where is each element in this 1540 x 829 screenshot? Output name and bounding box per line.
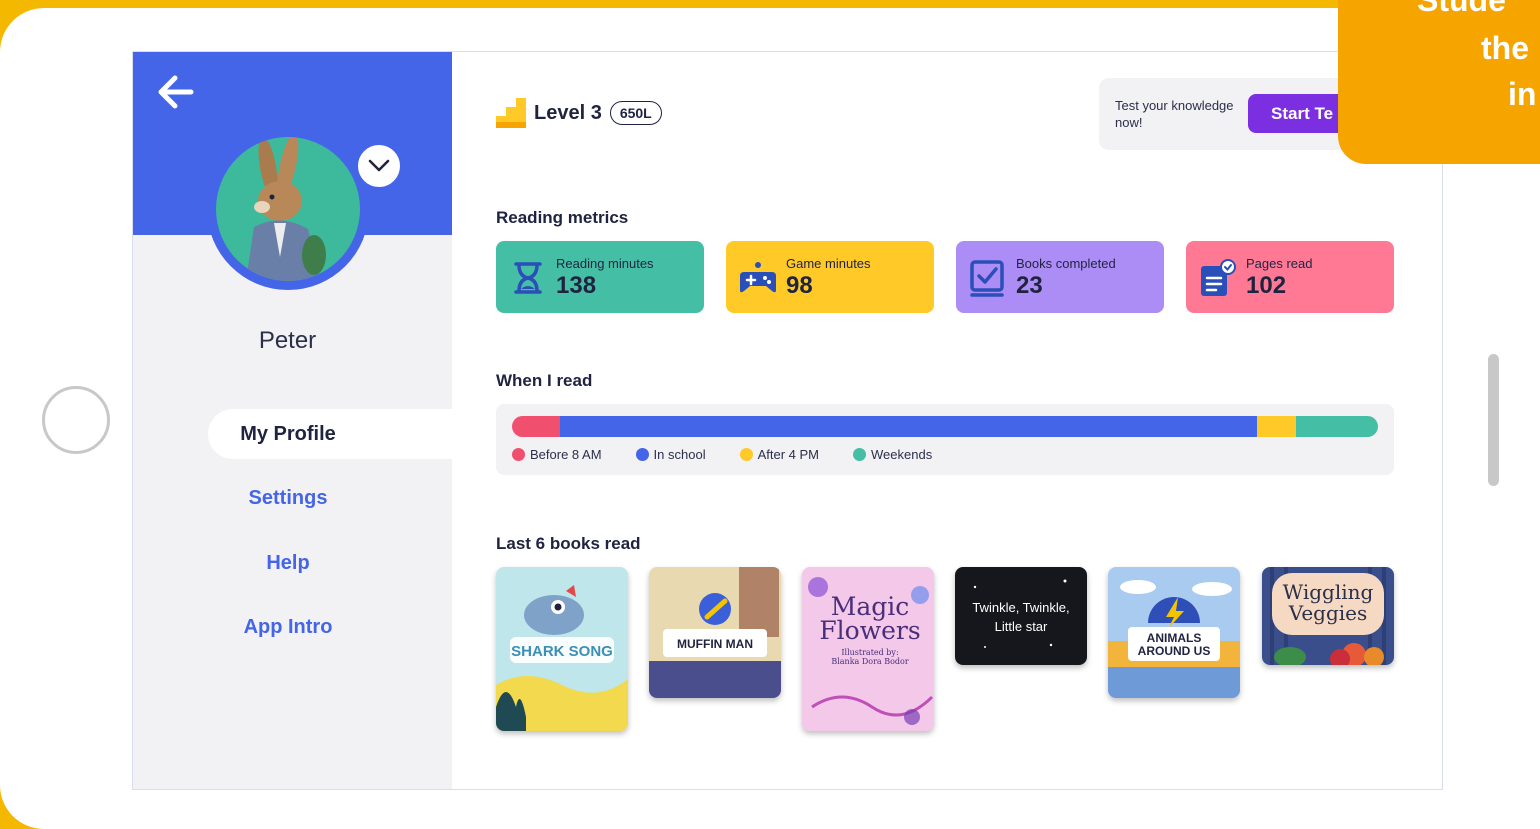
main-content: Level 3 650L Test your knowledge now! St… (452, 52, 1442, 789)
checkbox-icon (970, 260, 1004, 297)
legend-dot (512, 448, 525, 461)
app-screen: Peter My Profile Settings Help App Intro… (132, 51, 1443, 790)
svg-text:Illustrated by:: Illustrated by: (841, 648, 898, 657)
when-i-read-panel: Before 8 AM In school After 4 PM Weekends (496, 404, 1394, 475)
legend-item: Weekends (853, 447, 932, 462)
book-cover-wiggling-veggies[interactable]: Wiggling Veggies (1262, 567, 1394, 665)
when-i-read-title: When I read (496, 371, 593, 390)
metric-label: Reading minutes (556, 256, 654, 271)
nav-label: App Intro (243, 615, 333, 638)
legend-label: In school (653, 447, 706, 462)
legend-label: Before 8 AM (530, 447, 602, 462)
hourglass-icon (514, 262, 542, 294)
avatar[interactable] (207, 128, 369, 290)
back-arrow-icon[interactable] (155, 74, 195, 110)
book-title: SHARK SONG (511, 643, 613, 660)
legend-label: Weekends (871, 447, 933, 462)
legend-item: After 4 PM (739, 447, 820, 462)
book-title: MUFFIN MAN (677, 637, 753, 651)
when-bar-segment (1256, 416, 1296, 437)
metric-label: Books completed (1016, 256, 1116, 271)
metric-pages-read: Pages read 102 (1186, 241, 1394, 313)
svg-text:Veggies: Veggies (1288, 601, 1368, 625)
home-button[interactable] (42, 386, 110, 454)
lexile-badge: 650L (609, 101, 662, 125)
chevron-down-icon (368, 159, 390, 172)
reading-metrics-title: Reading metrics (496, 208, 629, 227)
test-prompt: Test your knowledge now! (1115, 98, 1234, 130)
level-title: Level 3 (534, 101, 602, 124)
metric-label: Pages read (1246, 256, 1313, 271)
nav-label: Help (266, 551, 310, 574)
nav-my-profile[interactable]: My Profile (208, 409, 452, 459)
nav-settings[interactable]: Settings (208, 473, 452, 523)
book-cover-twinkle-twinkle[interactable]: Twinkle, Twinkle, Little star (955, 567, 1087, 665)
legend-dot (853, 448, 867, 461)
book-cover-shark-song[interactable]: SHARK SONG (496, 567, 628, 731)
profile-name: Peter (258, 327, 317, 354)
rabbit-avatar-icon (216, 137, 360, 281)
when-i-read-legend: Before 8 AM In school After 4 PM Weekends (512, 447, 932, 462)
book-title-line: AROUND US (1138, 644, 1211, 658)
profile-dropdown-button[interactable] (356, 143, 402, 189)
document-check-icon (1201, 259, 1236, 296)
metric-books-completed: Books completed 23 (956, 241, 1164, 313)
book-cover-magic-flowers[interactable]: Magic Flowers Illustrated by: Blanka Dor… (802, 567, 934, 731)
promo-overlay-card: Stude the in (1338, 0, 1540, 164)
legend-item: In school (635, 447, 706, 462)
book-title-line: ANIMALS (1147, 631, 1202, 645)
when-bar-segment (1295, 416, 1378, 437)
metric-reading-minutes: Reading minutes 138 (496, 241, 704, 313)
sidebar: Peter My Profile Settings Help App Intro (133, 52, 452, 789)
when-bar-segment (560, 416, 1257, 437)
metric-label: Game minutes (786, 256, 871, 271)
promo-line-3: in (1508, 76, 1537, 112)
nav-label: Settings (248, 486, 328, 509)
legend-label: After 4 PM (757, 447, 820, 462)
nav-help[interactable]: Help (208, 538, 452, 588)
metric-game-minutes: Game minutes 98 (726, 241, 934, 313)
svg-text:Twinkle, Twinkle,: Twinkle, Twinkle, (972, 600, 1069, 615)
promo-line-2: the (1481, 30, 1529, 66)
svg-text:Blanka Dora Bodor: Blanka Dora Bodor (831, 657, 909, 666)
book-cover-animals-around-us[interactable]: ANIMALS AROUND US (1108, 567, 1240, 698)
when-bar-segment (512, 416, 561, 437)
svg-text:Flowers: Flowers (819, 616, 920, 645)
nav-label: My Profile (240, 422, 336, 445)
level-indicator: Level 3 650L (496, 98, 662, 128)
metric-value: 98 (786, 272, 813, 299)
level-stairs-icon (496, 98, 526, 128)
book-cover-muffin-man[interactable]: MUFFIN MAN (649, 567, 781, 698)
nav-app-intro[interactable]: App Intro (208, 602, 452, 652)
legend-dot (635, 448, 649, 461)
promo-line-1: Stude (1417, 0, 1506, 18)
scroll-indicator[interactable] (1488, 354, 1499, 486)
when-i-read-bar (512, 416, 1378, 437)
metric-value: 138 (556, 272, 597, 299)
metric-value: 102 (1246, 272, 1287, 299)
last-books-title: Last 6 books read (496, 534, 641, 553)
legend-item: Before 8 AM (512, 447, 602, 462)
legend-dot (739, 448, 753, 461)
metric-value: 23 (1016, 272, 1043, 299)
gamepad-icon (740, 262, 776, 293)
svg-text:Little star: Little star (995, 619, 1048, 634)
